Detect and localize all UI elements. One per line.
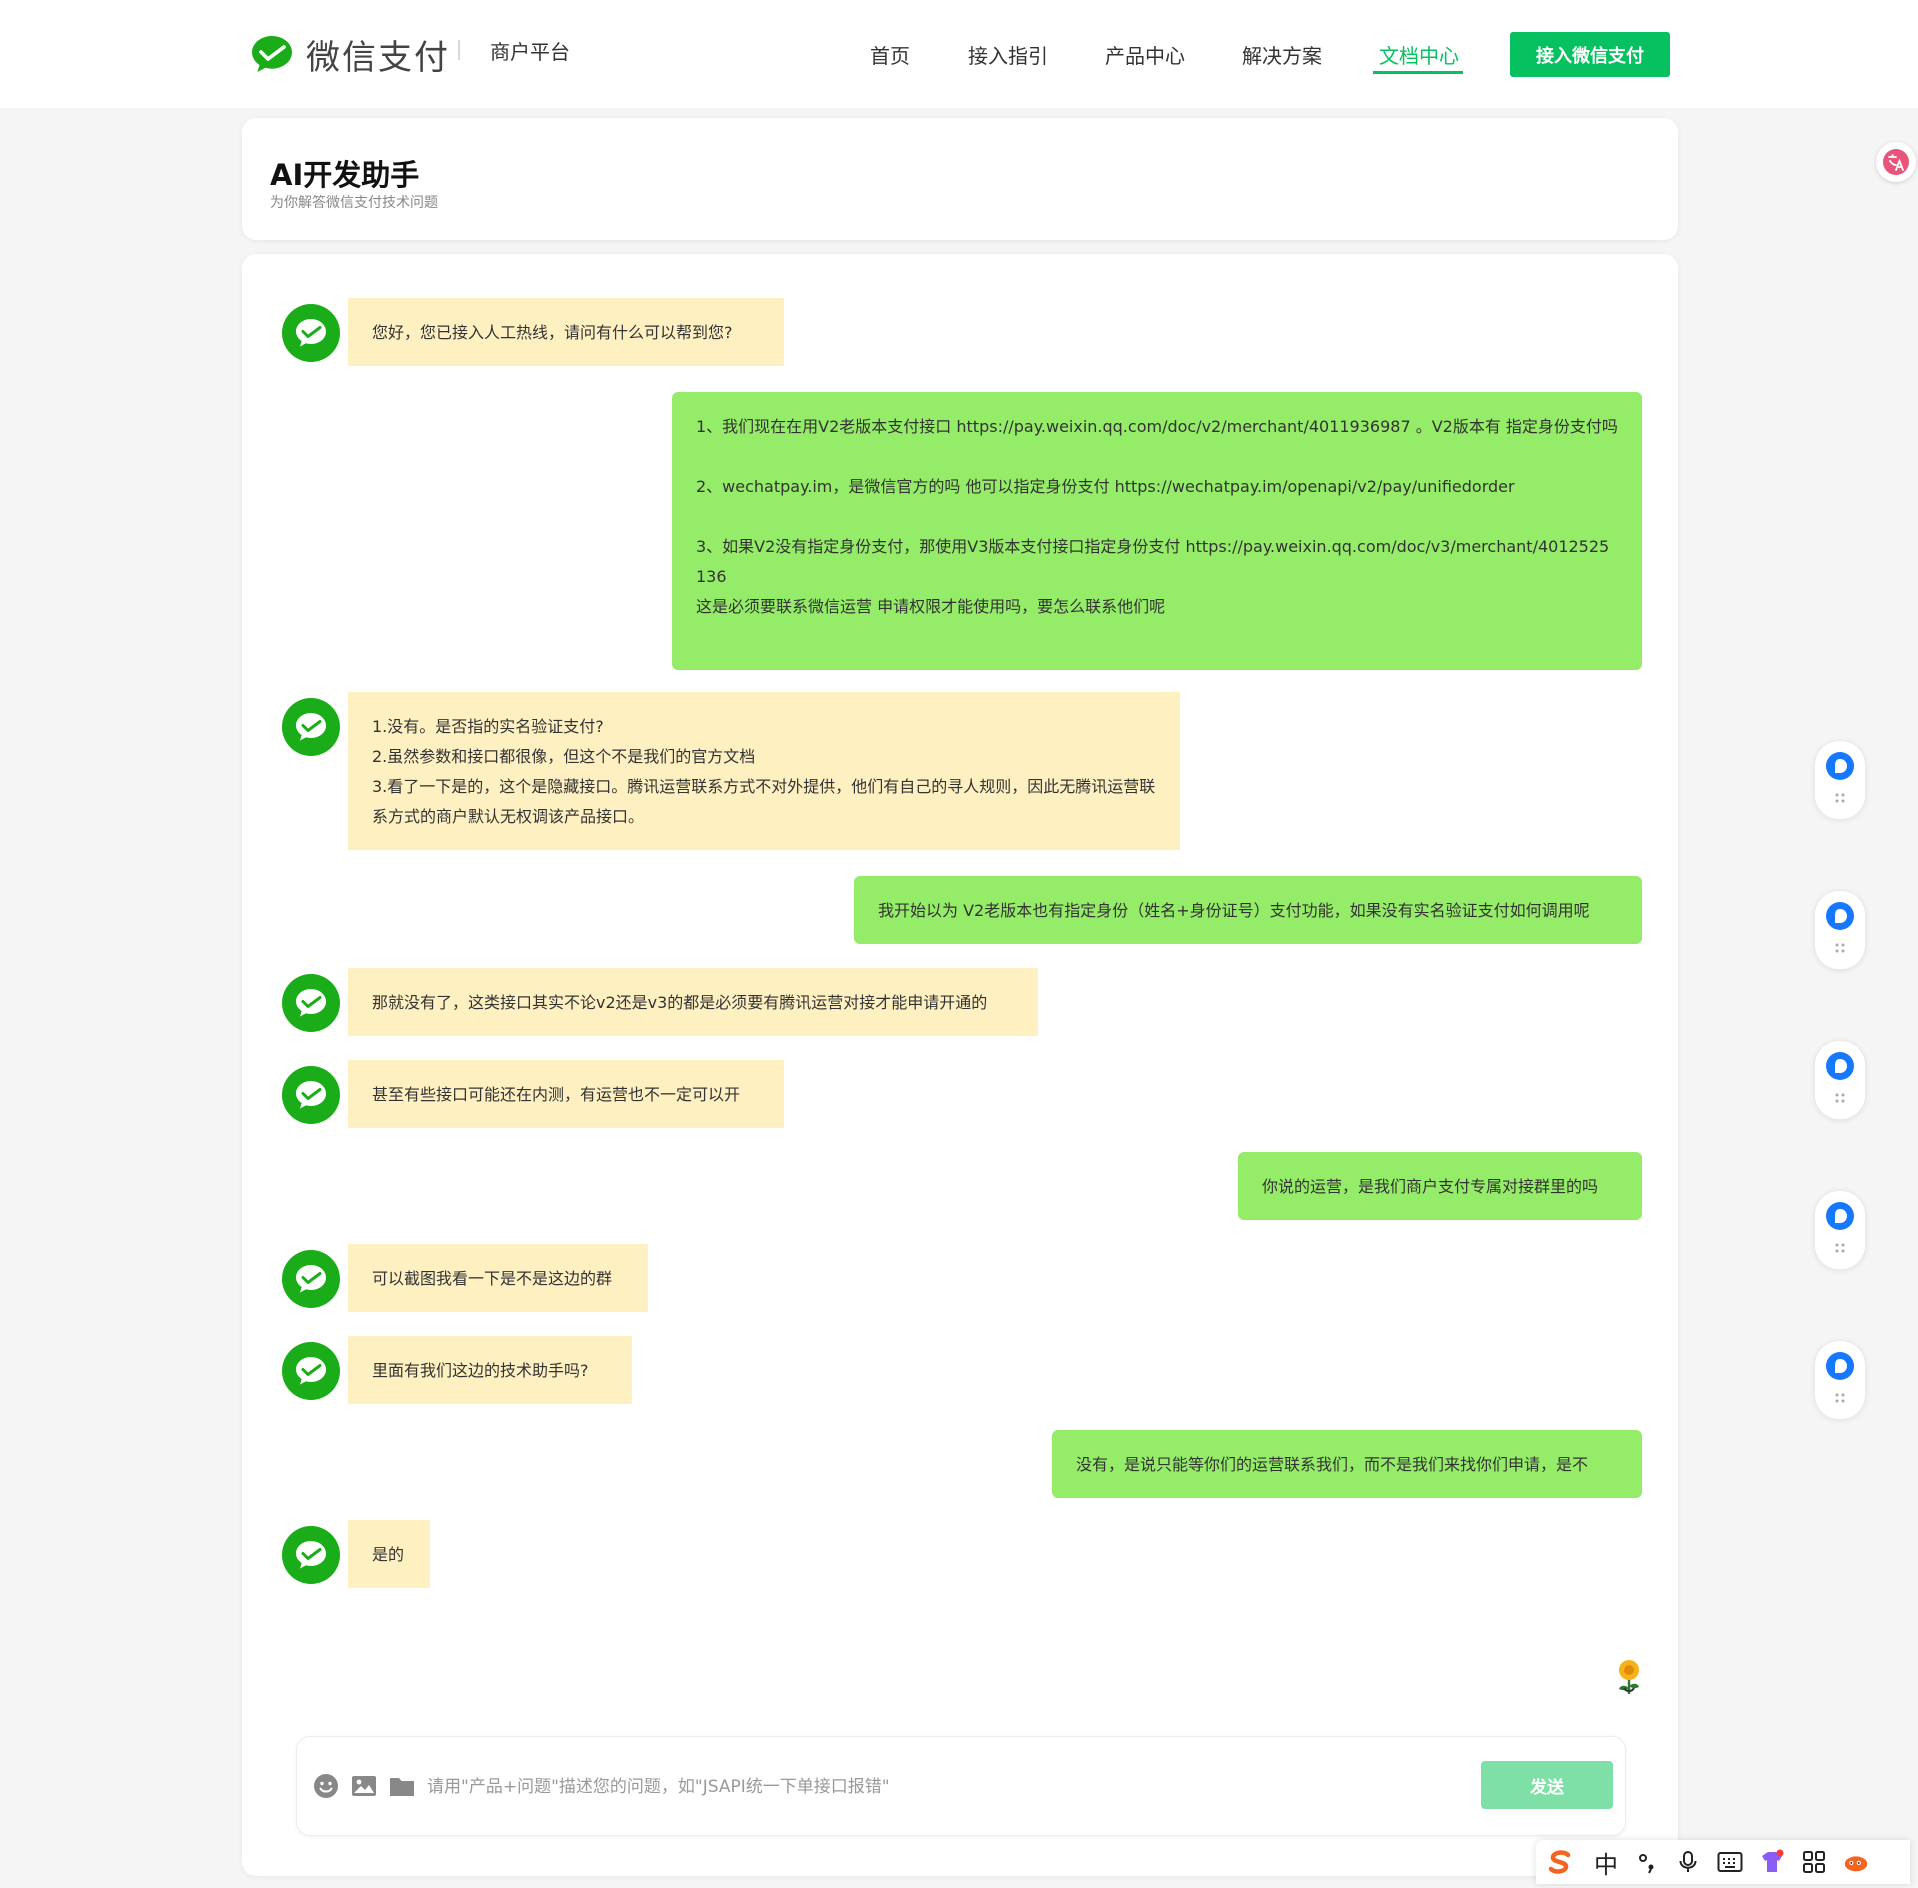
bot-message-bubble: 可以截图我看一下是不是这边的群 <box>348 1244 648 1312</box>
bot-message-bubble: 里面有我们这边的技术助手吗? <box>348 1336 632 1404</box>
drag-handle-icon[interactable] <box>1833 1091 1847 1105</box>
drag-handle-icon[interactable] <box>1833 941 1847 955</box>
nav-active-underline <box>1373 71 1463 74</box>
drag-handle-icon[interactable] <box>1833 791 1847 805</box>
bot-avatar <box>282 304 340 362</box>
user-message-bubble: 1、我们现在在用V2老版本支付接口 https://pay.weixin.qq.… <box>672 392 1642 670</box>
bot-message-bubble: 甚至有些接口可能还在内测，有运营也不一定可以开 <box>348 1060 784 1128</box>
shirt-glyph-icon <box>1762 1849 1784 1872</box>
wechat-pay-avatar-icon <box>296 1265 326 1293</box>
assistant-bubble-icon <box>1826 1352 1854 1380</box>
bot-avatar <box>282 974 340 1032</box>
wechat-pay-avatar-icon <box>296 319 326 347</box>
bot-avatar <box>282 1066 340 1124</box>
wechat-pay-avatar-icon <box>296 1541 326 1569</box>
wechat-pay-avatar-icon <box>296 1357 326 1385</box>
assistant-bubble-icon <box>1826 902 1854 930</box>
folder-icon[interactable] <box>389 1773 415 1799</box>
bot-avatar <box>282 1342 340 1400</box>
user-message-bubble: 你说的运营，是我们商户支付专属对接群里的吗 <box>1238 1152 1642 1220</box>
nav-onboarding-guide[interactable]: 接入指引 <box>968 40 1048 69</box>
floating-assistant-widget[interactable] <box>1814 740 1866 820</box>
bot-message-bubble: 是的 <box>348 1520 430 1588</box>
assistant-bubble-icon <box>1826 752 1854 780</box>
question-input[interactable] <box>425 1765 1469 1809</box>
keyboard-glyph-icon <box>1717 1852 1743 1872</box>
drag-handle-icon[interactable] <box>1833 1241 1847 1255</box>
bot-message-bubble: 1.没有。是否指的实名验证支付? 2.虽然参数和接口都很像，但这个不是我们的官方… <box>348 692 1180 850</box>
floating-assistant-widget[interactable] <box>1814 890 1866 970</box>
fox-mascot-glyph-icon <box>1844 1856 1868 1872</box>
keyboard-icon[interactable] <box>1716 1848 1744 1876</box>
sunflower-icon <box>1619 1660 1639 1694</box>
punctuation-glyph-icon <box>1639 1854 1654 1874</box>
wechat-pay-avatar-icon <box>296 713 326 741</box>
sogou-s-icon <box>1548 1850 1571 1874</box>
mascot-icon[interactable] <box>1842 1848 1870 1876</box>
bot-avatar <box>282 1250 340 1308</box>
bot-message-bubble: 您好，您已接入人工热线，请问有什么可以帮到您? <box>348 298 784 366</box>
floating-assistant-widget[interactable] <box>1814 1340 1866 1420</box>
nav-doc-center[interactable]: 文档中心 <box>1379 40 1459 69</box>
message-input-bar: 发送 <box>296 1736 1626 1836</box>
grid-apps-icon[interactable] <box>1800 1848 1828 1876</box>
send-button[interactable]: 发送 <box>1481 1761 1613 1809</box>
assistant-bubble-icon <box>1826 1202 1854 1230</box>
punctuation-icon[interactable] <box>1634 1848 1662 1876</box>
emoji-icon[interactable] <box>313 1773 339 1799</box>
ime-toolbar: 中 <box>1536 1840 1910 1884</box>
nav-solutions[interactable]: 解决方案 <box>1242 40 1322 69</box>
skin-icon[interactable] <box>1758 1848 1786 1876</box>
bot-avatar <box>282 698 340 756</box>
page-title: AI开发助手 <box>270 158 420 192</box>
nav-home[interactable]: 首页 <box>870 40 910 69</box>
nav-product-center[interactable]: 产品中心 <box>1105 40 1185 69</box>
wechat-pay-avatar-icon <box>296 989 326 1017</box>
page-subtitle: 为你解答微信支付技术问题 <box>270 195 438 211</box>
ime-mode-label: 中 <box>1594 1850 1618 1879</box>
floating-assistant-widget[interactable] <box>1814 1040 1866 1120</box>
assistant-header-card: AI开发助手 为你解答微信支付技术问题 <box>242 118 1678 240</box>
drag-handle-icon[interactable] <box>1833 1391 1847 1405</box>
user-message-bubble: 没有，是说只能等你们的运营联系我们，而不是我们来找你们申请，是不 <box>1052 1430 1642 1498</box>
image-icon[interactable] <box>351 1773 377 1799</box>
top-nav-bar: 微信支付 商户平台 首页 接入指引 产品中心 解决方案 文档中心 接入微信支付 <box>0 0 1918 108</box>
microphone-glyph-icon <box>1679 1851 1697 1872</box>
translate-icon <box>1883 149 1909 175</box>
chinese-mode-icon[interactable]: 中 <box>1592 1848 1620 1879</box>
bot-avatar <box>282 1526 340 1584</box>
chat-panel: 您好，您已接入人工热线，请问有什么可以帮到您? 1、我们现在在用V2老版本支付接… <box>242 254 1678 1876</box>
user-message-bubble: 我开始以为 V2老版本也有指定身份（姓名+身份证号）支付功能，如果没有实名验证支… <box>854 876 1642 944</box>
join-wechat-pay-button[interactable]: 接入微信支付 <box>1510 32 1670 77</box>
assistant-bubble-icon <box>1826 1052 1854 1080</box>
wechat-pay-avatar-icon <box>296 1081 326 1109</box>
grid-glyph-icon <box>1803 1851 1825 1873</box>
sogou-logo-icon[interactable] <box>1546 1848 1574 1876</box>
bot-message-bubble: 那就没有了，这类接口其实不论v2还是v3的都是必须要有腾讯运营对接才能申请开通的 <box>348 968 1038 1036</box>
floating-assistant-widget[interactable] <box>1814 1190 1866 1270</box>
microphone-icon[interactable] <box>1674 1848 1702 1876</box>
translate-button[interactable] <box>1876 142 1916 182</box>
